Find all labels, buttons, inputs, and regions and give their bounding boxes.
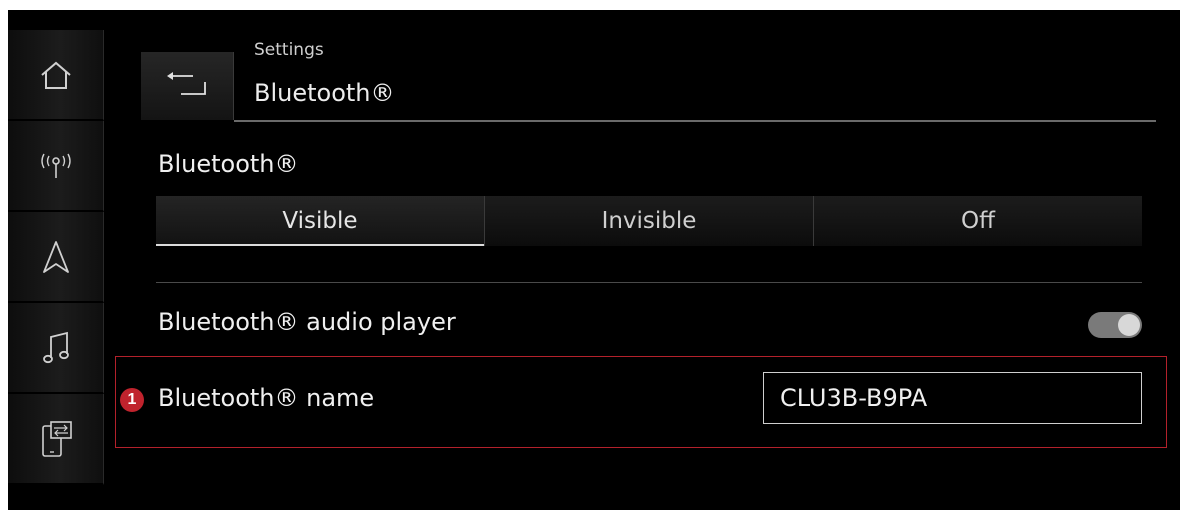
back-arrow-icon [161,70,213,102]
rail-radio-button[interactable] [8,121,104,212]
off-option[interactable]: Off [813,196,1142,246]
phone-connect-icon [39,420,73,458]
bluetooth-name-field[interactable]: CLU3B-B9PA [763,372,1142,424]
toggle-knob [1118,314,1140,336]
navigation-arrow-icon [42,240,70,274]
music-note-icon [41,331,71,365]
rail-navigation-button[interactable] [8,212,104,303]
page-title: Bluetooth® [254,79,395,107]
audio-player-label: Bluetooth® audio player [158,308,456,336]
rail-top-gap [8,10,104,30]
left-rail [8,10,104,510]
visibility-segmented-control: Visible Invisible Off [156,196,1142,246]
callout-badge: 1 [120,388,144,412]
rail-phone-button[interactable] [8,394,104,485]
bluetooth-name-value: CLU3B-B9PA [780,384,928,412]
back-button[interactable] [141,52,234,120]
rail-home-button[interactable] [8,30,104,121]
bluetooth-name-label: Bluetooth® name [158,384,375,412]
visible-option[interactable]: Visible [156,196,484,246]
section-divider [156,282,1142,283]
radio-antenna-icon [38,151,74,181]
audio-player-toggle[interactable] [1088,312,1142,338]
header-divider [234,120,1156,122]
bluetooth-section-label: Bluetooth® [158,150,299,178]
invisible-option[interactable]: Invisible [484,196,813,246]
rail-media-button[interactable] [8,303,104,394]
breadcrumb: Settings [254,40,324,60]
infotainment-screen: Settings Bluetooth® Bluetooth® Visible I… [8,10,1180,510]
home-icon [39,60,73,90]
